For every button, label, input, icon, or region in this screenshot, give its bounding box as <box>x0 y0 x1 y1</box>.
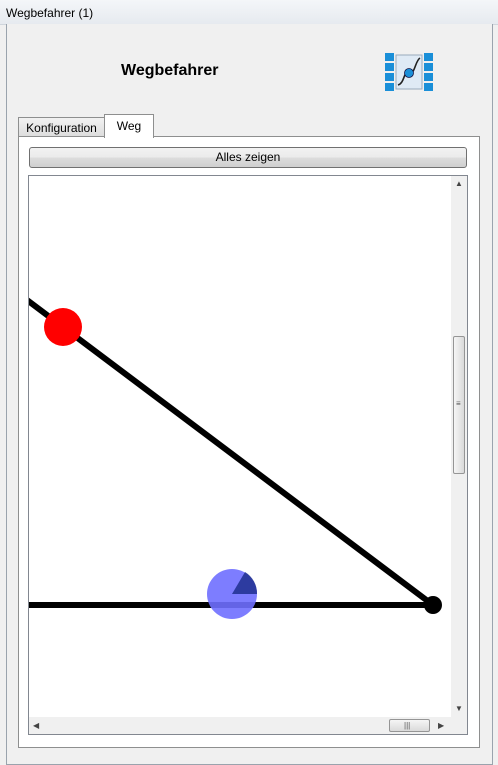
tab-konfiguration[interactable]: Konfiguration <box>18 117 105 137</box>
vertical-scrollbar[interactable]: ▲ ≡ ▼ <box>451 176 467 717</box>
scroll-vertical-grip-icon: ≡ <box>456 399 461 408</box>
window-titlebar: Wegbefahrer (1) <box>0 0 498 25</box>
scroll-right-arrow-icon[interactable]: ▶ <box>438 722 444 730</box>
path-end-node[interactable] <box>424 596 442 614</box>
vehicle-marker[interactable] <box>207 569 258 619</box>
path-segment-diagonal <box>29 297 436 608</box>
path-canvas[interactable] <box>29 176 451 717</box>
scroll-left-arrow-icon[interactable]: ◀ <box>33 722 39 730</box>
show-all-button[interactable]: Alles zeigen <box>29 147 467 168</box>
path-runner-logo-icon <box>385 53 433 91</box>
scroll-corner <box>451 717 467 734</box>
horizontal-scrollbar[interactable]: ◀ ||| ▶ <box>29 717 451 734</box>
window-title: Wegbefahrer (1) <box>6 6 94 20</box>
waypoint-marker-red[interactable] <box>44 308 82 346</box>
vertical-scroll-thumb[interactable]: ≡ <box>453 336 465 474</box>
scroll-horizontal-grip-icon: ||| <box>404 721 411 730</box>
scroll-up-arrow-icon[interactable]: ▲ <box>455 180 463 188</box>
tab-weg[interactable]: Weg <box>104 114 154 138</box>
scroll-down-arrow-icon[interactable]: ▼ <box>455 705 463 713</box>
path-view[interactable]: ▲ ≡ ▼ ◀ ||| ▶ <box>28 175 468 735</box>
page-title: Wegbefahrer <box>121 62 219 79</box>
horizontal-scroll-thumb[interactable]: ||| <box>389 719 430 732</box>
